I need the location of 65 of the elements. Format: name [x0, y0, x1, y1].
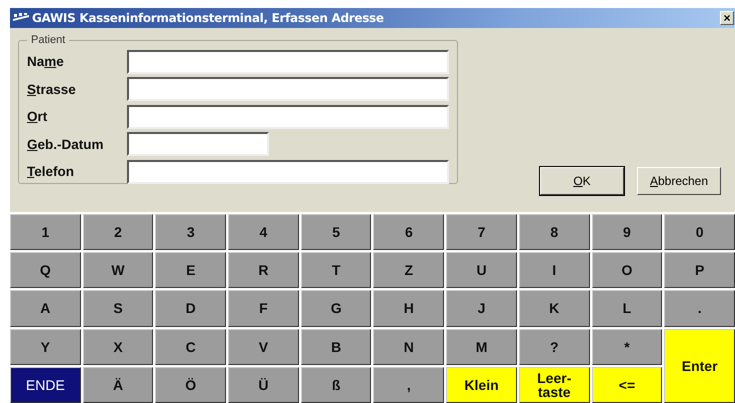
window-title: GAWIS Kasseninformationsterminal, Erfassen Adresse: [32, 11, 385, 25]
keyboard-key[interactable]: I: [518, 252, 590, 288]
keyboard-key[interactable]: Y: [10, 328, 81, 365]
keyboard-key[interactable]: R: [228, 252, 299, 288]
dialog-button[interactable]: Abbrechen: [637, 167, 721, 195]
keyboard-key[interactable]: 2: [82, 214, 154, 250]
keyboard-key[interactable]: T: [300, 252, 372, 288]
keyboard-key[interactable]: D: [155, 290, 226, 327]
keyboard-key[interactable]: Ö: [155, 366, 226, 403]
keyboard-key[interactable]: 5: [300, 214, 372, 250]
input-field[interactable]: [127, 132, 269, 156]
keyboard-key[interactable]: O: [592, 252, 662, 288]
keyboard-key[interactable]: 9: [592, 214, 662, 250]
input-field[interactable]: [127, 77, 449, 102]
field-label: Geb.-Datum: [27, 136, 105, 152]
keyboard-key[interactable]: C: [155, 328, 226, 365]
keyboard-key[interactable]: .: [664, 290, 735, 327]
keyboard-key[interactable]: K: [518, 290, 590, 327]
keyboard-key[interactable]: 0: [664, 214, 735, 250]
keyboard-key[interactable]: J: [446, 290, 517, 327]
keyboard-key[interactable]: M: [446, 328, 517, 365]
keyboard-key[interactable]: Ü: [228, 366, 299, 403]
input-field[interactable]: [127, 104, 449, 129]
keyboard-key[interactable]: Klein: [446, 366, 517, 403]
field-label: Ort: [27, 109, 48, 124]
field-label: Name: [27, 54, 65, 70]
keyboard-key[interactable]: L: [592, 290, 662, 327]
keyboard-key[interactable]: 8: [518, 214, 590, 250]
dialog-button[interactable]: OK: [540, 167, 624, 195]
keyboard-key[interactable]: E: [155, 252, 226, 288]
keyboard-key[interactable]: <=: [592, 366, 662, 403]
keyboard-key[interactable]: B: [300, 328, 372, 365]
group-label: Patient: [30, 34, 66, 46]
keyboard-key[interactable]: W: [82, 252, 154, 288]
keyboard-key[interactable]: A: [10, 290, 81, 327]
keyboard-key[interactable]: 3: [155, 214, 226, 250]
keyboard-key[interactable]: ENDE: [10, 366, 81, 403]
logo-icon: [13, 12, 29, 24]
keyboard-key[interactable]: V: [228, 328, 299, 365]
keyboard-key[interactable]: ?: [518, 328, 590, 365]
keyboard-key[interactable]: *: [592, 328, 662, 365]
keyboard-key[interactable]: 1: [10, 214, 81, 250]
keyboard-key[interactable]: Z: [373, 252, 444, 288]
keyboard-key[interactable]: 7: [446, 214, 517, 250]
input-field[interactable]: [127, 50, 449, 74]
keyboard-key[interactable]: Enter: [664, 328, 735, 403]
field-label: Telefon: [27, 164, 76, 180]
keyboard-key[interactable]: U: [446, 252, 517, 288]
keyboard-key[interactable]: Ä: [82, 366, 154, 403]
field-label: Strasse: [27, 82, 77, 97]
input-field[interactable]: [127, 160, 449, 184]
keyboard-key[interactable]: G: [300, 290, 372, 327]
keyboard-key[interactable]: 4: [228, 214, 299, 250]
close-button[interactable]: ×: [720, 11, 734, 25]
keyboard-key[interactable]: H: [373, 290, 444, 327]
keyboard-key[interactable]: P: [664, 252, 735, 288]
keyboard-key[interactable]: F: [228, 290, 299, 327]
keyboard-key[interactable]: ß: [300, 366, 372, 403]
keyboard-key[interactable]: Leer- taste: [518, 366, 590, 403]
keyboard-key[interactable]: ,: [373, 366, 444, 403]
keyboard-key[interactable]: S: [82, 290, 154, 327]
keyboard-key[interactable]: 6: [373, 214, 444, 250]
keyboard-key[interactable]: N: [373, 328, 444, 365]
keyboard-key[interactable]: X: [82, 328, 154, 365]
keyboard-key[interactable]: Q: [10, 252, 81, 288]
